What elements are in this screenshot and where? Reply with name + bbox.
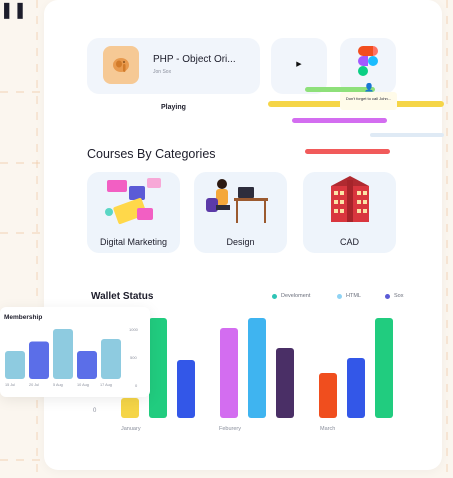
x-tick: 15 Jul: [5, 383, 16, 387]
course-author: Jon Sox: [153, 69, 172, 75]
x-tick: 5 Aug: [53, 383, 63, 387]
timeline-bar-purple: [292, 118, 387, 123]
month-label: March: [320, 426, 336, 432]
legend-dot: [337, 293, 342, 299]
x-tick: 17 Aug: [100, 383, 112, 387]
month-label: Feburery: [219, 426, 242, 432]
playing-status: Playing: [161, 104, 186, 111]
wallet-title: Wallet Status: [91, 291, 154, 302]
membership-title: Membership: [4, 314, 43, 321]
category-label: CAD: [339, 237, 359, 247]
elephant-icon: [113, 58, 129, 72]
course-title: PHP - Object Ori...: [153, 54, 236, 65]
y-tick: 0: [135, 383, 138, 388]
x-tick: 10 Aug: [77, 383, 89, 387]
legend-label: Sox: [394, 293, 404, 299]
reminder-note: Don't forget to call John...: [340, 92, 397, 110]
legend-label: HTML: [346, 293, 361, 299]
digital-marketing-illustration: [105, 178, 161, 225]
legend-item: HTML: [337, 293, 361, 299]
y-tick-zero: 0: [93, 408, 97, 414]
legend-dot: [385, 293, 390, 299]
category-label: Design: [226, 237, 255, 247]
course-thumbnail: [103, 46, 139, 84]
timeline-bar-red: [305, 149, 390, 154]
timeline-bar-light: [370, 133, 444, 137]
section-title: Courses By Categories: [87, 147, 216, 161]
category-card-digital-marketing[interactable]: Digital Marketing: [87, 172, 180, 253]
legend-item: Develoment: [272, 293, 310, 299]
category-card-design[interactable]: Design: [194, 172, 287, 253]
legend-item: Sox: [385, 293, 403, 299]
y-tick: 1000: [129, 327, 138, 332]
month-label: January: [121, 426, 141, 432]
design-illustration: [206, 179, 268, 223]
x-tick: 20 Jul: [29, 383, 40, 387]
now-playing-card[interactable]: PHP - Object Ori... Jon Sox: [87, 38, 260, 94]
category-label: Digital Marketing: [99, 237, 168, 247]
y-tick: 500: [130, 355, 137, 360]
category-card-cad[interactable]: CAD: [303, 172, 396, 253]
play-icon[interactable]: ▶: [292, 57, 306, 71]
legend-label: Develoment: [281, 293, 311, 299]
legend-dot: [272, 293, 277, 299]
person-icon: 👤: [364, 82, 374, 92]
cad-building-illustration: [331, 176, 369, 222]
